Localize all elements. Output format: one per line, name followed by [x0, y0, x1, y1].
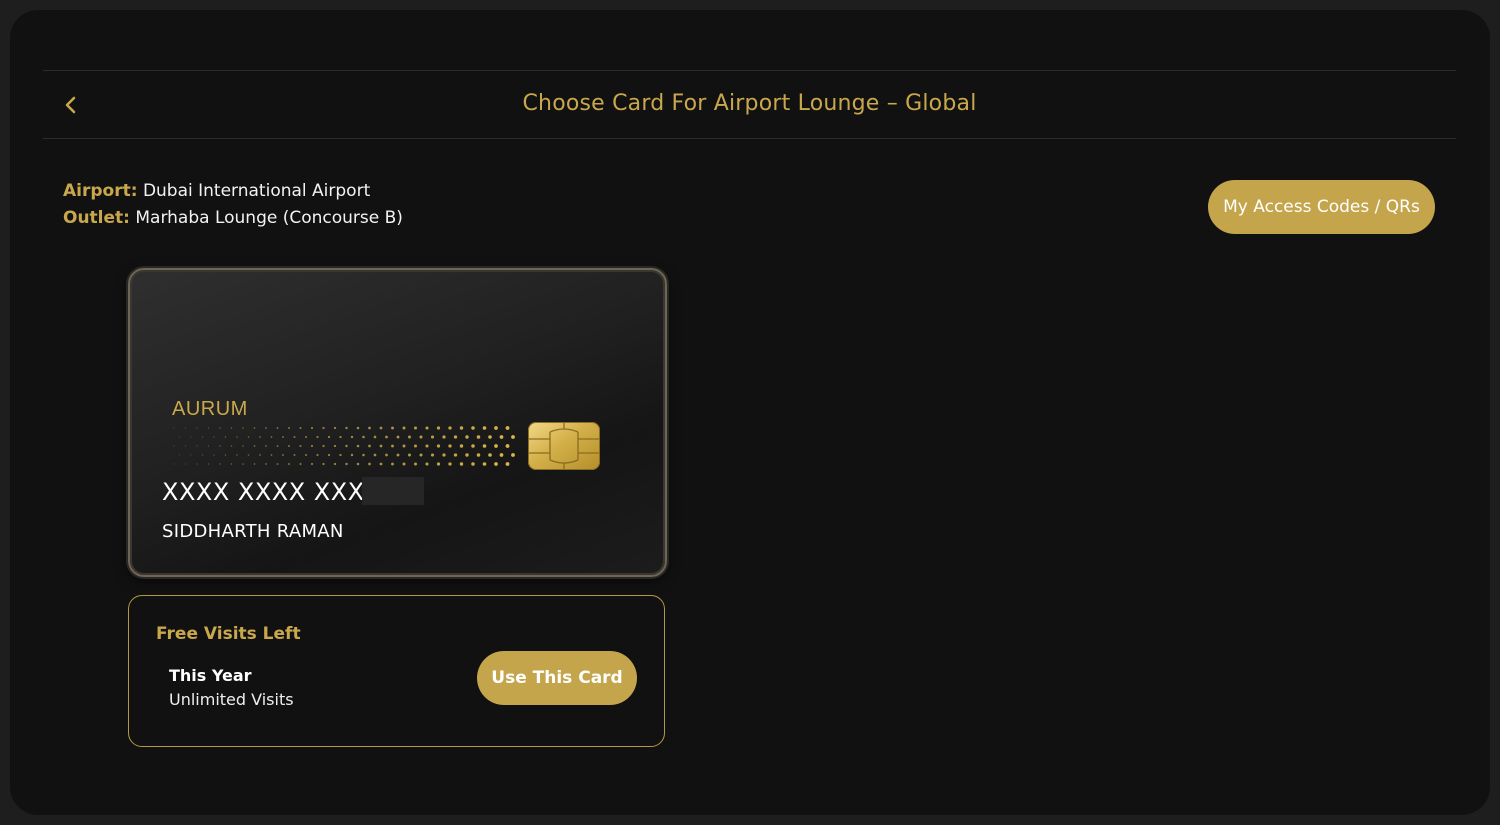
card-number: XXXX XXXX XXXX — [162, 478, 382, 506]
free-visits-title: Free Visits Left — [156, 624, 301, 644]
visits-value: Unlimited Visits — [169, 690, 294, 709]
page-header: Choose Card For Airport Lounge – Global — [43, 70, 1456, 139]
credit-card[interactable]: AURUM XXXX XXXX XXXX SIDDHARTH RAMAN — [128, 268, 667, 577]
visits-period: This Year — [169, 666, 252, 685]
outlet-row: Outlet: Marhaba Lounge (Concourse B) — [63, 205, 403, 232]
card-number-mask — [362, 477, 424, 505]
airport-row: Airport: Dubai International Airport — [63, 178, 403, 205]
airport-label: Airport: — [63, 181, 138, 201]
free-visits-panel: Free Visits Left This Year Unlimited Vis… — [128, 595, 665, 747]
use-card-button[interactable]: Use This Card — [477, 651, 637, 705]
chip-icon — [528, 422, 600, 470]
app-window: Choose Card For Airport Lounge – Global … — [10, 10, 1490, 815]
card-holder-name: SIDDHARTH RAMAN — [162, 521, 344, 542]
outlet-label: Outlet: — [63, 208, 130, 228]
airport-value: Dubai International Airport — [142, 181, 371, 201]
access-codes-button[interactable]: My Access Codes / QRs — [1208, 180, 1435, 234]
lounge-info: Airport: Dubai International Airport Out… — [63, 178, 403, 232]
card-dot-pattern — [173, 426, 515, 466]
outlet-value: Marhaba Lounge (Concourse B) — [135, 208, 403, 228]
page-title: Choose Card For Airport Lounge – Global — [522, 91, 977, 116]
card-brand-logo: AURUM — [172, 398, 248, 420]
